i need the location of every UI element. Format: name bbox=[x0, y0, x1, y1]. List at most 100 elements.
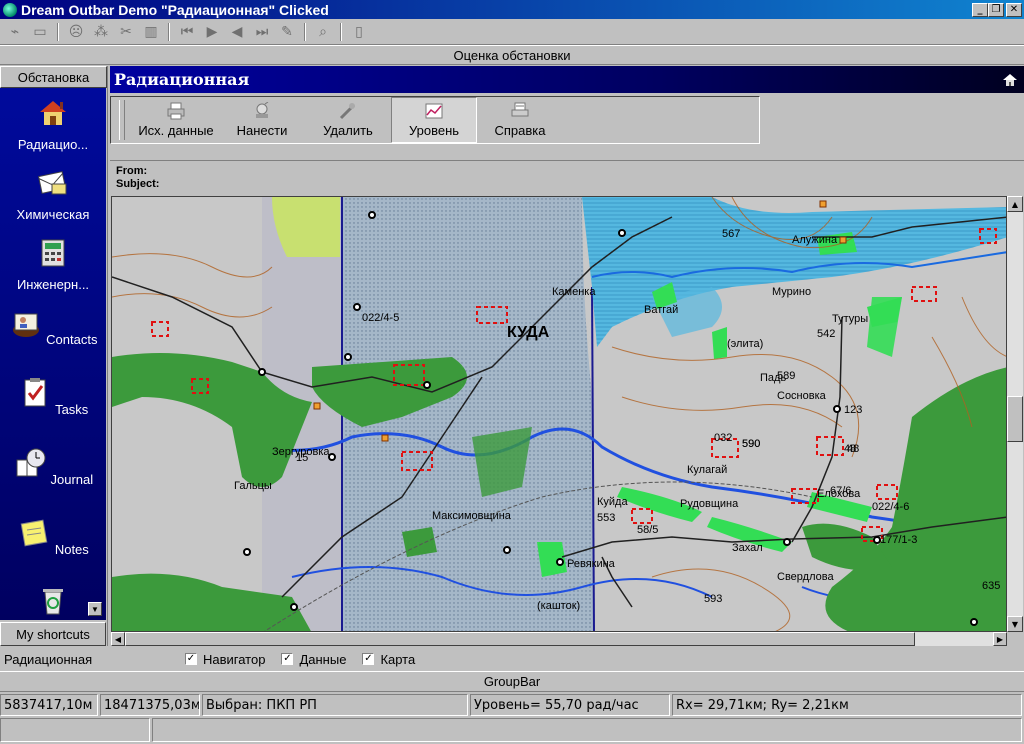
ribbon-label: Уровень bbox=[408, 123, 460, 138]
outbar-group-my-shortcuts[interactable]: My shortcuts bbox=[0, 622, 106, 646]
house-icon bbox=[1003, 73, 1017, 86]
outbar-item-label: Journal bbox=[50, 472, 94, 487]
svg-text:58/5: 58/5 bbox=[637, 524, 658, 536]
svg-text:590: 590 bbox=[742, 438, 760, 450]
svg-text:Ватгай: Ватгай bbox=[644, 304, 678, 316]
outbar-item-label: Notes bbox=[54, 542, 89, 557]
svg-text:177/1-3: 177/1-3 bbox=[880, 534, 917, 546]
toolbar-separator bbox=[168, 22, 170, 41]
open-icon[interactable]: ⌁ bbox=[4, 21, 26, 43]
map-horizontal-scrollbar[interactable]: ◀ ▶ bbox=[111, 632, 1007, 646]
outbar-group-header[interactable]: Обстановка bbox=[0, 66, 107, 88]
checkbox-mark[interactable]: ✓ bbox=[281, 653, 294, 665]
pane-title: Радиационная bbox=[114, 70, 250, 89]
groupbar[interactable]: GroupBar bbox=[0, 671, 1024, 692]
ribbon-label: Справка bbox=[494, 123, 546, 138]
chart-icon bbox=[425, 103, 443, 119]
svg-text:Мурино: Мурино bbox=[772, 286, 811, 298]
minimize-button[interactable]: _ bbox=[972, 2, 988, 17]
scroll-right-button[interactable]: ▶ bbox=[993, 632, 1007, 646]
svg-text:15: 15 bbox=[296, 452, 308, 464]
status-x-coordinate: 5837417,10м bbox=[0, 694, 98, 716]
svg-text:635: 635 bbox=[982, 580, 1000, 592]
outbar-item-chemical[interactable]: Химическая bbox=[0, 166, 106, 222]
stamp-icon bbox=[256, 102, 269, 118]
house-icon bbox=[40, 101, 66, 125]
outbar-item-label: Contacts bbox=[46, 332, 98, 347]
subject-label: Subject: bbox=[116, 178, 160, 190]
outbar-item-notes[interactable]: Notes bbox=[0, 516, 106, 557]
outbar-item-label: Инженерн... bbox=[16, 277, 90, 292]
outbar-item-label: Химическая bbox=[16, 207, 90, 222]
folder-icon[interactable]: ▭ bbox=[29, 21, 51, 43]
svg-text:567: 567 bbox=[722, 228, 740, 240]
options-bar: Радиационная ✓ Навигатор ✓ Данные ✓ Карт… bbox=[0, 648, 1024, 670]
outbar-item-contacts[interactable]: Contacts bbox=[0, 306, 106, 347]
status-panel-empty bbox=[152, 718, 1022, 742]
meadow bbox=[712, 327, 727, 359]
face-icon[interactable]: ☹ bbox=[65, 21, 87, 43]
status-level: Уровень= 55,70 рад/час bbox=[470, 694, 670, 716]
map-vertical-scrollbar[interactable]: ▲ ▼ bbox=[1007, 196, 1023, 632]
command-ribbon: Исх. данные Нанести Удалить Уровень Спра… bbox=[110, 96, 760, 144]
outbar-item-label: Tasks bbox=[55, 402, 89, 417]
tasks-icon bbox=[24, 378, 46, 407]
status-panel-empty bbox=[0, 718, 150, 742]
printer-icon bbox=[167, 102, 185, 120]
first-icon[interactable]: ⏮ bbox=[176, 21, 198, 43]
svg-text:Максимовщина: Максимовщина bbox=[432, 510, 512, 522]
last-icon[interactable]: ⏭ bbox=[251, 21, 273, 43]
cut-icon[interactable]: ✂ bbox=[115, 21, 137, 43]
svg-text:Кулагай: Кулагай bbox=[687, 464, 727, 476]
help-printer-icon bbox=[511, 102, 529, 117]
svg-text:022/4-5: 022/4-5 bbox=[362, 312, 399, 324]
svg-text:553: 553 bbox=[597, 512, 615, 524]
ribbon-grip[interactable] bbox=[119, 100, 125, 140]
prev-icon[interactable]: ◀ bbox=[226, 21, 248, 43]
navigator-checkbox[interactable]: ✓ Навигатор bbox=[185, 652, 265, 667]
edit-icon[interactable]: ✎ bbox=[276, 21, 298, 43]
svg-text:(элита): (элита) bbox=[727, 338, 763, 350]
map-checkbox[interactable]: ✓ Карта bbox=[362, 652, 415, 667]
scroll-left-button[interactable]: ◀ bbox=[111, 632, 125, 646]
source-data-button[interactable]: Исх. данные bbox=[133, 97, 219, 143]
checkbox-label: Навигатор bbox=[203, 651, 266, 667]
calculator-icon bbox=[41, 239, 65, 267]
map-canvas[interactable]: КУДА Алужина Тутуры Сосновка Рудовщина З… bbox=[112, 197, 1007, 632]
journal-icon bbox=[16, 448, 46, 477]
help-button[interactable]: Справка bbox=[477, 97, 563, 143]
delete-button[interactable]: Удалить bbox=[305, 97, 391, 143]
scroll-thumb[interactable] bbox=[1007, 396, 1023, 442]
outbar: Обстановка Радиацио... Химическая Инжене… bbox=[0, 66, 108, 646]
svg-text:Гальцы: Гальцы bbox=[234, 480, 272, 492]
app-icon bbox=[3, 2, 17, 17]
apply-button[interactable]: Нанести bbox=[219, 97, 305, 143]
checkbox-mark[interactable]: ✓ bbox=[185, 653, 197, 665]
scroll-down-button[interactable]: ▼ bbox=[1007, 616, 1023, 632]
outbar-scroll-down-button[interactable]: ▼ bbox=[88, 602, 102, 616]
topographic-map[interactable]: КУДА Алужина Тутуры Сосновка Рудовщина З… bbox=[111, 196, 1007, 632]
outbar-item-journal[interactable]: Journal bbox=[0, 446, 106, 487]
status-bar-secondary bbox=[0, 718, 1024, 742]
scroll-up-button[interactable]: ▲ bbox=[1007, 196, 1023, 212]
trash-icon[interactable]: ▥ bbox=[140, 21, 162, 43]
window-titlebar[interactable]: Dream Outbar Demo "Радиационная" Clicked… bbox=[0, 0, 1024, 19]
svg-text:Свердлова: Свердлова bbox=[777, 571, 834, 583]
ribbon-label: Исх. данные bbox=[138, 123, 214, 138]
network-icon[interactable]: ⁂ bbox=[90, 21, 112, 43]
outbar-item-engineering[interactable]: Инженерн... bbox=[0, 236, 106, 292]
search-icon[interactable]: ⌕ bbox=[312, 21, 334, 43]
scroll-thumb[interactable] bbox=[125, 632, 915, 646]
next-icon[interactable]: ▶ bbox=[201, 21, 223, 43]
eraser-icon bbox=[339, 103, 356, 120]
data-checkbox[interactable]: ✓ Данные bbox=[281, 652, 346, 667]
outbar-item-radiation[interactable]: Радиацио... bbox=[0, 96, 106, 152]
bookmark-icon[interactable]: ▯ bbox=[348, 21, 370, 43]
checkbox-mark[interactable]: ✓ bbox=[362, 653, 375, 665]
current-view-name: Радиационная bbox=[4, 651, 93, 667]
close-button[interactable]: ✕ bbox=[1006, 2, 1022, 17]
from-label: From: bbox=[116, 165, 148, 177]
outbar-item-tasks[interactable]: Tasks bbox=[0, 376, 106, 417]
restore-button[interactable]: ❐ bbox=[988, 2, 1004, 17]
level-button[interactable]: Уровень bbox=[391, 97, 477, 143]
